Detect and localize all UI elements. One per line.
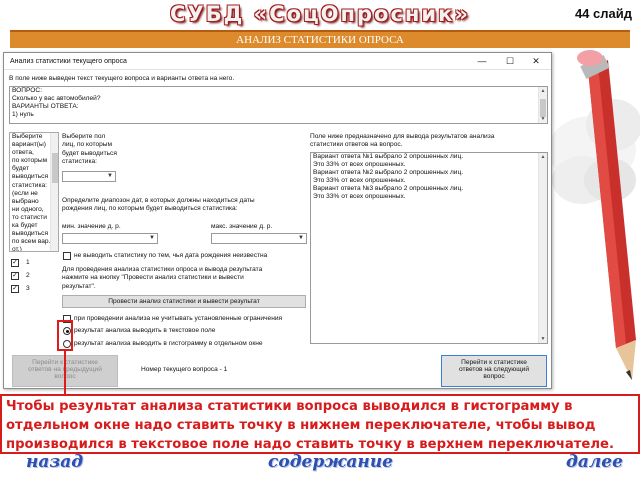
radio-histogram-label: результат анализа выводить в гистограмму…: [74, 340, 263, 347]
highlight-connector-line: [64, 351, 66, 395]
result-line: Это 33% от всех опрошенных.: [313, 193, 406, 201]
max-date-label: макс. значение д. р.: [211, 223, 273, 230]
maximize-icon[interactable]: ☐: [497, 54, 523, 68]
scroll-up-icon[interactable]: ▲: [539, 88, 547, 94]
slide-title: СУБД «СоцОпросник»: [170, 2, 470, 26]
question-line: Сколько у вас автомобилей?: [12, 95, 101, 103]
next-question-button[interactable]: Перейти к статистике ответов на следующи…: [441, 355, 547, 387]
minimize-icon[interactable]: —: [469, 54, 495, 68]
result-line: Вариант ответа №3 выбрало 2 опрошенных л…: [313, 185, 464, 193]
min-date-label: мин. значение д. р.: [62, 223, 121, 230]
ignore-limits-label: при проведении анализа не учитывать уста…: [74, 315, 283, 322]
variant-checkbox-1[interactable]: ✓: [11, 259, 19, 267]
analyze-button[interactable]: Провести анализ статистики и вывести рез…: [62, 295, 306, 308]
question-line: ВАРИАНТЫ ОТВЕТА:: [12, 103, 79, 111]
results-label: Поле ниже предназначено для вывода резул…: [310, 133, 494, 150]
radio-text-label: результат анализа выводить в текстовое п…: [74, 327, 216, 334]
scroll-up-icon[interactable]: ▲: [539, 154, 547, 160]
next-button-line: ответов на следующий: [458, 366, 530, 373]
result-line: Вариант ответа №1 выбрало 2 опрошенных л…: [313, 153, 464, 160]
gender-label-line: будет выводиться: [62, 149, 117, 157]
chevron-down-icon: ▼: [298, 235, 304, 241]
pencil-illustration: [552, 50, 640, 380]
date-range-label: Определите диапозон дат, в которых должн…: [62, 197, 255, 214]
variant-label: 2: [26, 272, 30, 279]
radio-highlight-frame: [57, 320, 73, 351]
question-textbox[interactable]: ВОПРОС: Сколько у вас автомобилей? ВАРИА…: [9, 86, 548, 124]
results-textbox[interactable]: Вариант ответа №1 выбрало 2 опрошенных л…: [310, 152, 548, 344]
gender-label-line: статистика:: [62, 158, 97, 166]
slide-number: 44 слайд: [574, 6, 632, 21]
chevron-down-icon: ▼: [107, 173, 113, 179]
close-icon[interactable]: ✕: [523, 54, 549, 68]
skip-unknown-birth-label: не выводить статистику по тем, чья дата …: [74, 252, 268, 259]
window-titlebar: Анализ статистики текущего опроса — ☐ ✕: [4, 53, 551, 70]
current-question-label: Номер текущего вопроса - 1: [141, 366, 228, 373]
results-label-line: Поле ниже предназначено для вывода резул…: [310, 133, 495, 140]
scroll-down-icon[interactable]: ▼: [539, 116, 547, 122]
gender-label-line: Выберите пол: [62, 133, 106, 140]
scroll-down-icon[interactable]: ▼: [539, 336, 547, 342]
date-range-line: рождения лиц, по которым будет выводитьс…: [62, 205, 238, 213]
variant-checkbox-3[interactable]: ✓: [11, 285, 19, 293]
nav-contents-link[interactable]: содержание: [268, 452, 393, 472]
variant-label: 3: [26, 285, 30, 292]
gender-label: Выберите пол лиц, по которым будет вывод…: [62, 133, 117, 167]
gender-select[interactable]: ▼: [62, 171, 116, 182]
question-line: ВОПРОС:: [12, 87, 43, 94]
analysis-hint: Для проведения анализа статистики опроса…: [62, 266, 262, 291]
variant-label: 1: [26, 259, 30, 266]
nav-back-link[interactable]: назад: [26, 452, 83, 472]
analysis-hint-line: результат".: [62, 282, 96, 290]
results-scrollbar[interactable]: ▲ ▼: [538, 153, 547, 343]
max-date-picker[interactable]: ▼: [211, 233, 307, 244]
variants-hint-box: Выберите вариант(ы) ответа, по которым б…: [9, 132, 59, 252]
next-button-line: вопрос: [483, 373, 505, 380]
results-label-line: статистики ответов на вопрос.: [310, 141, 403, 149]
analysis-hint-line: нажмите на кнопку "Провести анализ стати…: [62, 274, 244, 282]
scroll-thumb[interactable]: [540, 99, 546, 117]
chevron-down-icon: ▼: [149, 235, 155, 241]
instruction-label: В поле ниже выведен текст текущего вопро…: [9, 75, 235, 82]
question-line: 1) нуль: [12, 111, 34, 119]
result-line: Вариант ответа №2 выбрало 2 опрошенных л…: [313, 169, 464, 177]
gender-label-line: лиц, по которым: [62, 141, 113, 149]
next-button-line: Перейти к статистике: [461, 359, 527, 366]
window-title: Анализ статистики текущего опроса: [10, 58, 127, 65]
variant-checkbox-2[interactable]: ✓: [11, 272, 19, 280]
statistics-window: Анализ статистики текущего опроса — ☐ ✕ …: [3, 52, 552, 389]
analysis-hint-line: Для проведения анализа статистики опроса…: [62, 266, 263, 273]
skip-unknown-birth-checkbox[interactable]: [63, 252, 71, 260]
result-line: Это 33% от всех опрошенных.: [313, 161, 406, 169]
explanation-note: Чтобы результат анализа статистики вопро…: [0, 394, 640, 454]
variants-scrollbar[interactable]: [50, 133, 58, 251]
question-scrollbar[interactable]: ▲ ▼: [538, 87, 547, 123]
nav-next-link[interactable]: далее: [566, 452, 623, 472]
min-date-picker[interactable]: ▼: [62, 233, 158, 244]
section-banner: АНАЛИЗ СТАТИСТИКИ ОПРОСА: [10, 30, 630, 48]
